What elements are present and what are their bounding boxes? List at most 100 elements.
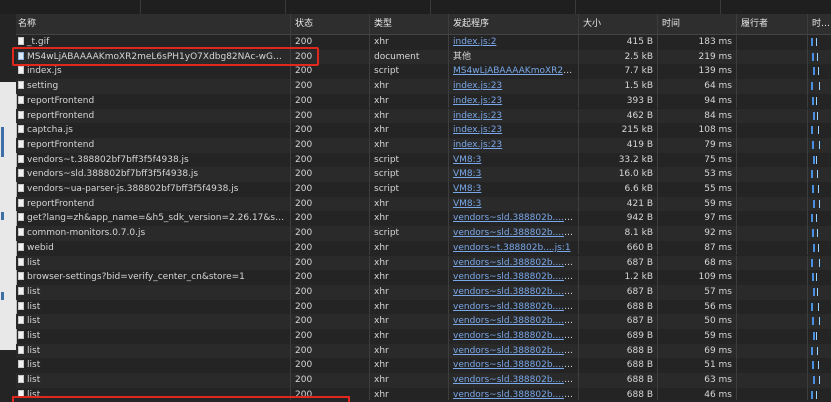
initiator-link[interactable]: vendors~sld.388802b....js:1 xyxy=(453,331,578,341)
request-initiator[interactable]: index.js:23 xyxy=(449,123,579,138)
request-name[interactable]: browser-settings?bid=verify_center_cn&st… xyxy=(16,270,291,285)
request-initiator[interactable]: vendors~sld.388802b....js:1 xyxy=(449,358,579,374)
initiator-link[interactable]: VM8:3 xyxy=(453,184,481,194)
table-row[interactable]: list 200 xhr vendors~sld.388802b....js:1 688… xyxy=(16,373,831,388)
request-initiator[interactable]: index.js:23 xyxy=(449,93,579,109)
initiator-link[interactable]: VM8:3 xyxy=(453,155,481,165)
request-initiator[interactable]: index.js:23 xyxy=(449,137,579,153)
request-initiator[interactable]: index.js:2 xyxy=(449,35,579,50)
table-row[interactable]: setting 200 xhr index.js:23 1.5 kB 64 ms xyxy=(16,79,831,94)
request-name[interactable]: list xyxy=(16,299,291,315)
initiator-link[interactable]: vendors~t.388802b....js:1 xyxy=(453,243,571,253)
request-name[interactable]: reportFrontend xyxy=(16,196,291,212)
request-name[interactable]: vendors~ua-parser-js.388802bf7bff3f5f493… xyxy=(16,182,291,197)
table-row[interactable]: vendors~ua-parser-js.388802bf7bff3f5f493… xyxy=(16,182,831,197)
request-name[interactable]: list xyxy=(16,329,291,344)
initiator-link[interactable]: VM8:3 xyxy=(453,199,481,209)
initiator-link[interactable]: index.js:23 xyxy=(453,125,502,135)
initiator-link[interactable]: vendors~sld.388802b....js:1 xyxy=(453,258,578,268)
request-name[interactable]: index.js xyxy=(16,64,291,80)
table-row[interactable]: list 200 xhr vendors~sld.388802b....js:1 687… xyxy=(16,255,831,271)
request-name[interactable]: captcha.js xyxy=(16,123,291,138)
column-header-status[interactable]: 状态 xyxy=(291,14,370,34)
request-initiator[interactable]: vendors~t.388802b....js:1 xyxy=(449,240,579,256)
request-initiator[interactable]: VM8:3 xyxy=(449,196,579,212)
request-initiator[interactable]: vendors~sld.388802b....js:1 xyxy=(449,226,579,241)
initiator-link[interactable]: MS4wLjABAAAAKmoXR2meL6s... xyxy=(453,66,578,76)
request-name[interactable]: list xyxy=(16,358,291,374)
request-initiator[interactable]: vendors~sld.388802b....js:1 xyxy=(449,387,579,400)
table-row[interactable]: webid 200 xhr vendors~t.388802b....js:1 660 … xyxy=(16,240,831,256)
request-initiator[interactable]: vendors~sld.388802b....js:1 xyxy=(449,299,579,315)
request-initiator[interactable]: MS4wLjABAAAAKmoXR2meL6s... xyxy=(449,64,579,80)
initiator-link[interactable]: vendors~sld.388802b....js:1 xyxy=(453,360,578,370)
initiator-link[interactable]: vendors~sld.388802b....js:1 xyxy=(453,302,578,312)
request-initiator[interactable]: index.js:23 xyxy=(449,79,579,94)
column-header-fulfilled-by[interactable]: 履行者 xyxy=(737,14,808,34)
table-row[interactable]: vendors~sld.388802bf7bff3f5f4938.js 200 sc… xyxy=(16,167,831,182)
request-initiator[interactable]: vendors~sld.388802b....js:1 xyxy=(449,255,579,271)
initiator-link[interactable]: vendors~sld.388802b....js:1 xyxy=(453,316,578,326)
request-name[interactable]: vendors~sld.388802bf7bff3f5f4938.js xyxy=(16,167,291,182)
initiator-link[interactable]: vendors~sld.388802b....js:1 xyxy=(453,228,578,238)
table-row[interactable]: common-monitors.0.7.0.js 200 script vendors… xyxy=(16,226,831,241)
column-header-size[interactable]: 大小 xyxy=(579,14,658,34)
request-initiator[interactable]: vendors~sld.388802b....js:1 xyxy=(449,329,579,344)
request-initiator[interactable]: vendors~sld.388802b....js:1 xyxy=(449,284,579,300)
table-row[interactable]: get?lang=zh&app_name=&h5_sdk_version=2.2… xyxy=(16,211,831,227)
initiator-link[interactable]: vendors~sld.388802b....js:1 xyxy=(453,272,578,282)
request-name[interactable]: list xyxy=(16,255,291,271)
table-row[interactable]: index.js 200script MS4wLjABAAAAKmoXR2meL6s… xyxy=(16,64,831,80)
request-name[interactable]: list xyxy=(16,314,291,329)
initiator-link[interactable]: index.js:23 xyxy=(453,111,502,121)
timeline-overview[interactable] xyxy=(0,0,831,14)
initiator-link[interactable]: VM8:3 xyxy=(453,169,481,179)
request-initiator[interactable]: vendors~sld.388802b....js:1 xyxy=(449,343,579,359)
request-initiator[interactable]: vendors~sld.388802b....js:1 xyxy=(449,314,579,329)
request-name[interactable]: list xyxy=(16,373,291,388)
initiator-link[interactable]: index.js:23 xyxy=(453,81,502,91)
request-name[interactable]: common-monitors.0.7.0.js xyxy=(16,226,291,241)
request-initiator[interactable]: index.js:23 xyxy=(449,108,579,124)
initiator-link[interactable]: vendors~sld.388802b....js:1 xyxy=(453,375,578,385)
table-row[interactable]: vendors~t.388802bf7bff3f5f4938.js 200 scri… xyxy=(16,152,831,168)
initiator-link[interactable]: vendors~sld.388802b....js:1 xyxy=(453,346,578,356)
column-header-type[interactable]: 类型 xyxy=(370,14,449,34)
table-row[interactable]: list 200 xhr vendors~sld.388802b....js:1 688… xyxy=(16,299,831,315)
request-name[interactable]: setting xyxy=(16,79,291,94)
request-initiator[interactable]: vendors~sld.388802b....js:1 xyxy=(449,270,579,285)
request-initiator[interactable]: VM8:3 xyxy=(449,152,579,168)
request-initiator[interactable]: vendors~sld.388802b....js:1 xyxy=(449,373,579,388)
request-name[interactable]: vendors~t.388802bf7bff3f5f4938.js xyxy=(16,152,291,168)
request-name[interactable]: list xyxy=(16,284,291,300)
request-initiator[interactable]: vendors~sld.388802b....js:1 xyxy=(449,211,579,227)
initiator-link[interactable]: vendors~sld.388802b....js:1 xyxy=(453,390,578,400)
initiator-link[interactable]: index.js:23 xyxy=(453,96,502,106)
table-row[interactable]: reportFrontend 200 xhr index.js:23 419 B 79 m… xyxy=(16,137,831,153)
initiator-link[interactable]: vendors~sld.388802b....js:1 xyxy=(453,213,578,223)
table-row[interactable]: list 200 xhr vendors~sld.388802b....js:1 687… xyxy=(16,314,831,329)
request-name[interactable]: reportFrontend xyxy=(16,137,291,153)
request-name[interactable]: reportFrontend xyxy=(16,108,291,124)
request-initiator[interactable]: VM8:3 xyxy=(449,167,579,182)
table-row[interactable]: captcha.js 200 xhr index.js:23 215 kB 108 ms xyxy=(16,123,831,138)
table-row[interactable]: reportFrontend 200 xhr index.js:23 393 B 94 m… xyxy=(16,93,831,109)
table-row[interactable]: browser-settings?bid=verify_center_cn&st… xyxy=(16,270,831,285)
request-initiator[interactable]: VM8:3 xyxy=(449,182,579,197)
request-name[interactable]: reportFrontend xyxy=(16,93,291,109)
table-row[interactable]: reportFrontend 200 xhr index.js:23 462 B 84 m… xyxy=(16,108,831,124)
column-header-initiator[interactable]: 发起程序 xyxy=(449,14,579,34)
initiator-link[interactable]: vendors~sld.388802b....js:1 xyxy=(453,287,578,297)
initiator-link[interactable]: index.js:23 xyxy=(453,140,502,150)
table-row[interactable]: list 200 xhr vendors~sld.388802b....js:1 688… xyxy=(16,343,831,359)
request-name[interactable]: list xyxy=(16,343,291,359)
table-row[interactable]: reportFrontend 200 xhr VM8:3 421 B 59 ms xyxy=(16,196,831,212)
column-header-time[interactable]: 时间 xyxy=(658,14,737,34)
table-row[interactable]: list 200 xhr vendors~sld.388802b....js:1 689… xyxy=(16,329,831,344)
column-header-waterfall[interactable]: 时间 xyxy=(808,14,831,34)
request-name[interactable]: get?lang=zh&app_name=&h5_sdk_version=2.2… xyxy=(16,211,291,227)
table-row[interactable]: list 200 xhr vendors~sld.388802b....js:1 687… xyxy=(16,284,831,300)
column-header-name[interactable]: 名称 xyxy=(16,14,291,34)
request-name[interactable]: webid xyxy=(16,240,291,256)
initiator-link[interactable]: index.js:2 xyxy=(453,37,496,47)
